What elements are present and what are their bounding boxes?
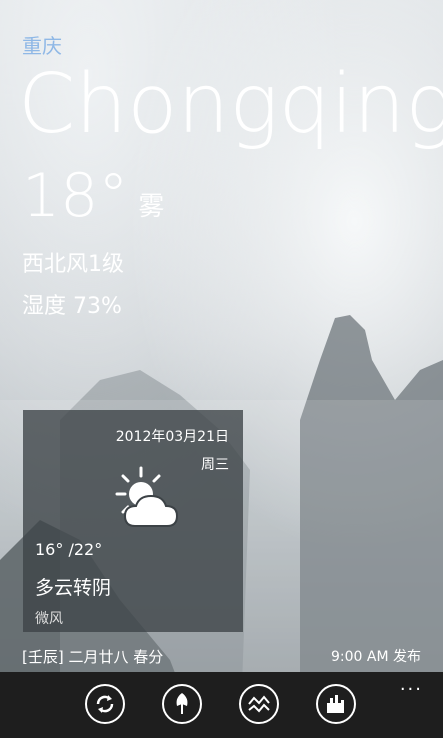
current-temperature: 18° (22, 161, 129, 231)
humidity-info: 湿度 73% (22, 294, 122, 319)
wind-info: 西北风1级 (22, 252, 124, 277)
published-time: 9:00 AM 发布 (331, 649, 421, 665)
city-icon (327, 695, 344, 713)
umbrella-icon (176, 693, 188, 714)
forecast-temp-range: 16° /22° (35, 540, 103, 559)
forecast-date: 2012年03月21日 (115, 429, 229, 445)
forecast-weekday: 周三 (201, 457, 229, 473)
umbrella-button[interactable] (162, 684, 202, 724)
forecast-condition: 多云转阴 (35, 577, 112, 599)
forecast-card[interactable]: 2012年03月21日 周三 16° /22° 多云转阴 微风 (23, 410, 243, 632)
lunar-date: [壬辰] 二月廿八 春分 (22, 648, 164, 666)
more-options-button[interactable]: ... (400, 674, 423, 695)
refresh-button[interactable] (85, 684, 125, 724)
trend-button[interactable] (239, 684, 279, 724)
current-condition: 雾 (138, 192, 165, 222)
city-name-en: Chongqing (18, 57, 443, 152)
trend-icon (248, 695, 270, 713)
forecast-wind: 微风 (35, 611, 63, 627)
partly-cloudy-icon (115, 466, 179, 527)
city-button[interactable] (316, 684, 356, 724)
refresh-icon (96, 695, 114, 713)
current-weather: 18° 雾 (22, 163, 164, 229)
app-bar: ... (0, 672, 443, 738)
